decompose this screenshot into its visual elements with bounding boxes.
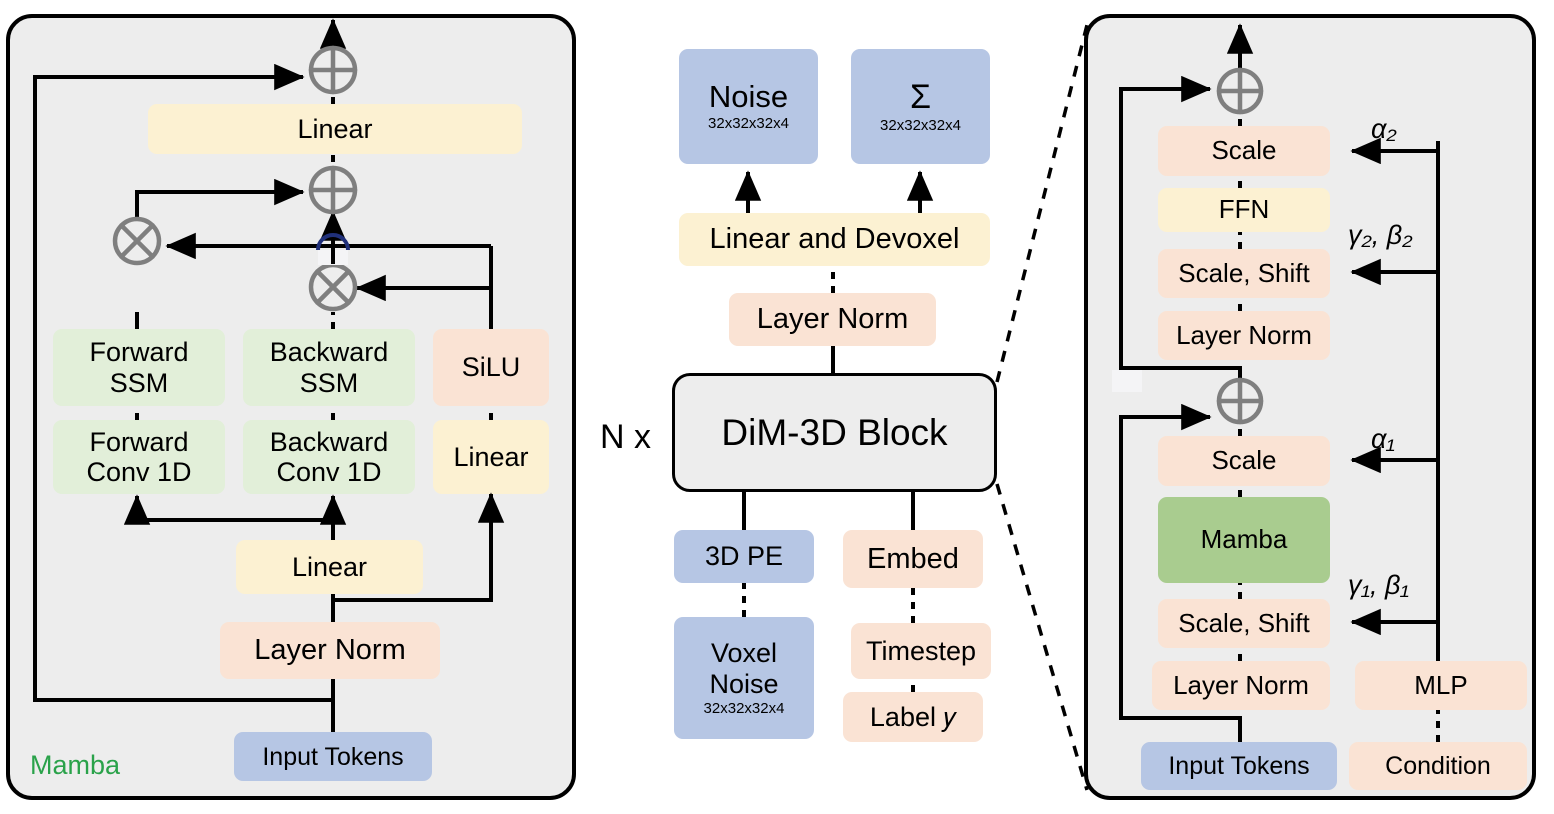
right-layer-norm1-box[interactable]: Layer Norm	[1152, 661, 1330, 710]
gamma-beta1-label: γ₁, β₁	[1348, 570, 1409, 600]
label-y-label: Label 𝑦	[869, 701, 957, 732]
right-mlp-box[interactable]: MLP	[1355, 661, 1527, 710]
voxel-noise-shape: 32x32x32x4	[703, 699, 785, 717]
left-linear-mid-label: Linear	[291, 551, 368, 582]
left-linear-top-label: Linear	[297, 113, 373, 144]
left-linear-mid-box[interactable]: Linear	[236, 540, 423, 594]
sigma-shape: 32x32x32x4	[880, 117, 961, 135]
left-backward-conv1d-box[interactable]: Backward Conv 1D	[243, 420, 415, 494]
forward-conv-line2: Conv 1D	[86, 457, 192, 487]
left-linear-right-box[interactable]: Linear	[433, 420, 549, 494]
middle-layer-norm-box[interactable]: Layer Norm	[729, 293, 936, 346]
noise-output-box[interactable]: Noise 32x32x32x4	[679, 49, 818, 164]
right-mamba-label: Mamba	[1200, 524, 1288, 555]
mamba-panel-tag: Mamba	[30, 750, 121, 780]
backward-conv-line1: Backward	[269, 426, 389, 457]
dim3d-block-label: DiM-3D Block	[721, 411, 948, 453]
linear-devoxel-label: Linear and Devoxel	[709, 223, 960, 256]
dim3d-block-box[interactable]: DiM-3D Block	[672, 373, 997, 492]
left-input-tokens-label: Input Tokens	[262, 742, 404, 771]
left-silu-box[interactable]: SiLU	[433, 329, 549, 406]
forward-ssm-line2: SSM	[109, 367, 169, 398]
repeat-count-label: N x	[600, 418, 651, 456]
left-linear-right-label: Linear	[453, 441, 529, 472]
right-scale-shift1-label: Scale, Shift	[1178, 607, 1310, 638]
right-condition-label: Condition	[1385, 752, 1491, 780]
alpha1-label: α₁	[1371, 424, 1395, 454]
right-scale2-label: Scale	[1211, 135, 1277, 166]
sigma-output-box[interactable]: Σ 32x32x32x4	[851, 49, 990, 164]
alpha2-label: α₂	[1371, 114, 1397, 144]
gamma-beta2-label: γ₂, β₂	[1348, 220, 1413, 250]
left-layer-norm-label: Layer Norm	[254, 634, 406, 667]
right-input-tokens-label: Input Tokens	[1168, 752, 1310, 780]
right-ffn-box[interactable]: FFN	[1158, 188, 1330, 232]
embed-label: Embed	[867, 542, 959, 575]
timestep-label: Timestep	[865, 635, 977, 666]
right-scale1-label: Scale	[1211, 445, 1277, 476]
right-input-tokens-box[interactable]: Input Tokens	[1141, 742, 1337, 790]
left-linear-top-box[interactable]: Linear	[148, 104, 522, 154]
right-mamba-box[interactable]: Mamba	[1158, 497, 1330, 583]
forward-conv-line1: Forward	[89, 426, 189, 457]
left-forward-conv1d-box[interactable]: Forward Conv 1D	[53, 420, 225, 494]
silu-label: SiLU	[461, 352, 521, 383]
forward-ssm-line1: Forward	[89, 337, 189, 368]
voxel-noise-line2: Noise	[709, 668, 779, 699]
backward-ssm-line1: Backward	[269, 337, 389, 368]
backward-ssm-line2: SSM	[299, 367, 359, 398]
right-layer-norm1-label: Layer Norm	[1173, 669, 1309, 700]
right-scale2-box[interactable]: Scale	[1158, 126, 1330, 176]
noise-shape: 32x32x32x4	[708, 115, 789, 133]
right-layer-norm2-box[interactable]: Layer Norm	[1158, 311, 1330, 360]
right-mlp-label: MLP	[1414, 669, 1468, 700]
right-scale-shift1-box[interactable]: Scale, Shift	[1158, 599, 1330, 648]
embed-box[interactable]: Embed	[843, 530, 983, 588]
right-scale-shift2-box[interactable]: Scale, Shift	[1158, 249, 1330, 298]
sigma-title: Σ	[909, 78, 932, 117]
left-forward-ssm-box[interactable]: Forward SSM	[53, 329, 225, 406]
linear-devoxel-box[interactable]: Linear and Devoxel	[679, 213, 990, 266]
left-input-tokens-box[interactable]: Input Tokens	[234, 732, 432, 781]
pe3d-label: 3D PE	[704, 541, 784, 572]
right-ffn-label: FFN	[1218, 194, 1270, 225]
voxel-noise-line1: Voxel	[710, 638, 778, 669]
middle-layer-norm-label: Layer Norm	[756, 303, 909, 336]
left-layer-norm-box[interactable]: Layer Norm	[220, 622, 440, 679]
noise-title: Noise	[708, 78, 789, 114]
label-y-box[interactable]: Label 𝑦	[843, 692, 983, 742]
voxel-noise-box[interactable]: Voxel Noise 32x32x32x4	[674, 617, 814, 739]
pe3d-box[interactable]: 3D PE	[674, 530, 814, 583]
right-condition-box[interactable]: Condition	[1349, 742, 1527, 790]
timestep-box[interactable]: Timestep	[851, 623, 991, 679]
right-scale1-box[interactable]: Scale	[1158, 436, 1330, 486]
right-scale-shift2-label: Scale, Shift	[1178, 257, 1310, 288]
left-backward-ssm-box[interactable]: Backward SSM	[243, 329, 415, 406]
backward-conv-line2: Conv 1D	[276, 457, 382, 487]
right-layer-norm2-label: Layer Norm	[1176, 319, 1312, 350]
